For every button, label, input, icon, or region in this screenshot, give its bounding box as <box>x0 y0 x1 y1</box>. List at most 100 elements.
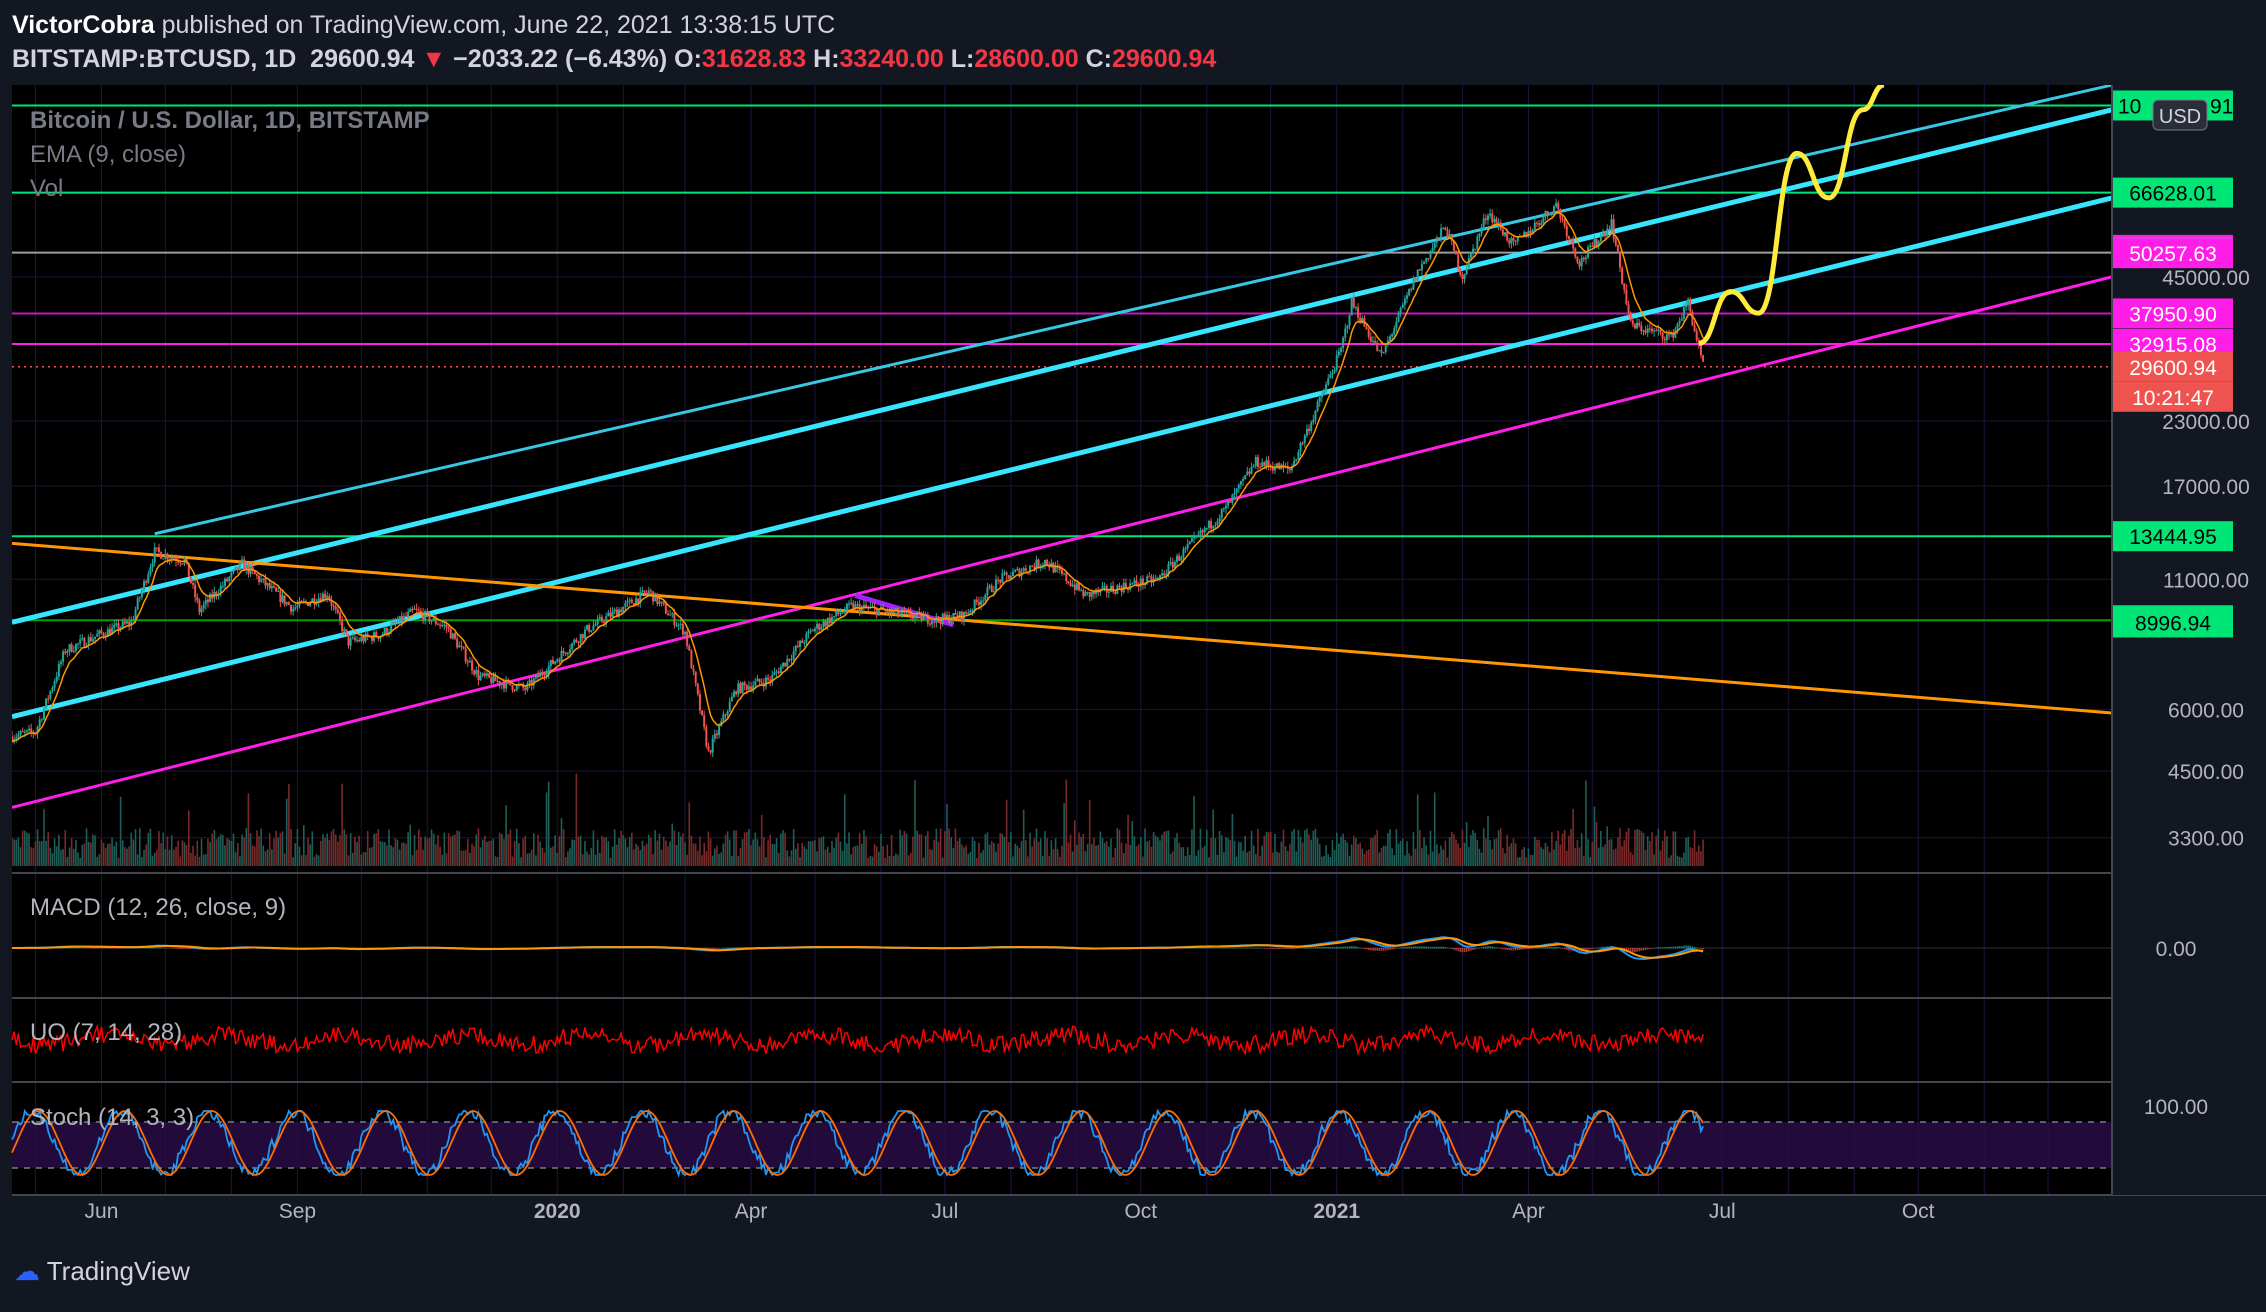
stoch-tick-label: 100.00 <box>2144 1096 2208 1119</box>
candle-body <box>1423 261 1426 264</box>
volume-bar <box>594 854 597 866</box>
candle-body <box>1256 457 1259 467</box>
candle-body <box>828 617 831 624</box>
macd-histogram-bar <box>1314 947 1317 949</box>
candle-body <box>89 636 92 642</box>
volume-bar <box>1563 829 1566 866</box>
price-tick-label: 23000.00 <box>2162 411 2250 434</box>
volume-bar <box>1414 848 1417 866</box>
volume-bar <box>1453 834 1455 866</box>
candle-body <box>1570 238 1573 240</box>
candle-body <box>1388 336 1391 341</box>
macd-histogram-bar <box>1600 946 1602 949</box>
candle-body <box>417 609 420 612</box>
volume-bar <box>407 831 409 866</box>
macd-histogram-bar <box>156 947 158 949</box>
volume-bar <box>848 832 850 866</box>
macd-histogram-bar <box>1448 947 1451 949</box>
candle-body <box>1061 569 1063 574</box>
candle-body <box>801 640 804 644</box>
time-tick-label: Jul <box>1709 1200 1736 1223</box>
candle-body <box>675 625 678 627</box>
volume-bar <box>386 845 388 866</box>
currency-badge[interactable]: USD <box>2152 99 2208 131</box>
candle-body <box>754 681 757 686</box>
volume-bar <box>471 843 473 866</box>
macd-histogram-bar <box>1359 947 1361 949</box>
candle-body <box>1550 212 1553 215</box>
macd-histogram-bar <box>1538 947 1540 949</box>
candle-body <box>45 698 48 709</box>
macd-histogram-bar <box>1499 948 1502 949</box>
macd-histogram-bar <box>1201 947 1204 949</box>
tradingview-logo[interactable]: ☁ TradingView <box>14 1256 190 1287</box>
candle-body <box>709 750 712 753</box>
macd-histogram-bar <box>1227 947 1229 949</box>
price-axis[interactable]: 3300.004500.006000.0011000.0017000.00230… <box>2111 85 2266 1195</box>
candle-body <box>1482 218 1485 227</box>
macd-histogram-bar <box>153 947 156 949</box>
macd-histogram-bar <box>1295 948 1298 949</box>
macd-histogram-bar <box>1698 947 1700 949</box>
macd-histogram-bar <box>1278 948 1281 949</box>
macd-histogram-bar <box>1423 946 1425 949</box>
volume-bar <box>1297 829 1300 866</box>
macd-histogram-bar <box>1384 948 1387 951</box>
candle-body <box>1148 576 1151 578</box>
candle-body <box>464 648 467 662</box>
candle-body <box>1406 295 1409 299</box>
candle-body <box>1367 329 1370 337</box>
macd-histogram-bar <box>100 948 103 949</box>
volume-bar <box>351 852 354 866</box>
volume-bar <box>1408 853 1410 866</box>
volume-bar <box>554 835 556 866</box>
volume-bar <box>332 829 335 866</box>
volume-bar <box>362 852 365 866</box>
price-chart[interactable]: 3300.004500.006000.0011000.0017000.00230… <box>0 0 2266 1312</box>
price-label-badge: 29600.94 <box>2113 351 2233 382</box>
candle-body <box>1642 330 1645 332</box>
candle-body <box>607 612 610 617</box>
macd-histogram-bar <box>1370 948 1372 951</box>
volume-bar <box>226 838 228 866</box>
volume-bar <box>573 839 576 866</box>
candle-body <box>238 562 241 570</box>
candle-body <box>811 630 814 632</box>
volume-bar <box>317 855 320 866</box>
candle-body <box>713 733 716 739</box>
volume-bar <box>1698 845 1700 866</box>
candle-body <box>1082 590 1085 597</box>
volume-bar <box>1376 829 1379 866</box>
macd-histogram-bar <box>1642 948 1645 951</box>
candle-body <box>794 645 797 652</box>
volume-bar <box>413 835 416 866</box>
candle-body <box>121 621 124 628</box>
volume-bar <box>1020 840 1023 866</box>
candle-body <box>1595 238 1598 247</box>
candle-body <box>1480 226 1483 234</box>
candle-body <box>55 676 58 682</box>
macd-histogram-bar <box>846 947 848 949</box>
volume-bar <box>441 854 444 866</box>
candle-body <box>1661 332 1664 339</box>
candle-body <box>202 604 205 609</box>
volume-bar <box>507 834 510 866</box>
volume-bar <box>415 849 418 866</box>
macd-histogram-bar <box>1018 947 1021 949</box>
macd-histogram-bar <box>1685 945 1687 949</box>
volume-bar <box>1078 832 1080 866</box>
candle-body <box>413 608 416 610</box>
time-axis[interactable]: Jun Sep 2020 Apr Jul Oct 2021 Apr Jul Oct <box>85 1200 1935 1223</box>
macd-histogram-bar <box>716 948 718 949</box>
macd-histogram-bar <box>1395 948 1398 949</box>
volume-bar <box>51 853 54 866</box>
volume-bar <box>1406 841 1408 866</box>
macd-histogram-bar <box>1399 947 1402 949</box>
volume-bar <box>90 842 92 866</box>
volume-bar <box>1001 834 1004 866</box>
volume-bar <box>181 840 184 866</box>
legend-stoch: Stoch (14, 3, 3) <box>30 1104 194 1131</box>
candle-body <box>262 578 265 580</box>
volume-bar <box>477 828 480 866</box>
volume-bar <box>931 849 933 866</box>
